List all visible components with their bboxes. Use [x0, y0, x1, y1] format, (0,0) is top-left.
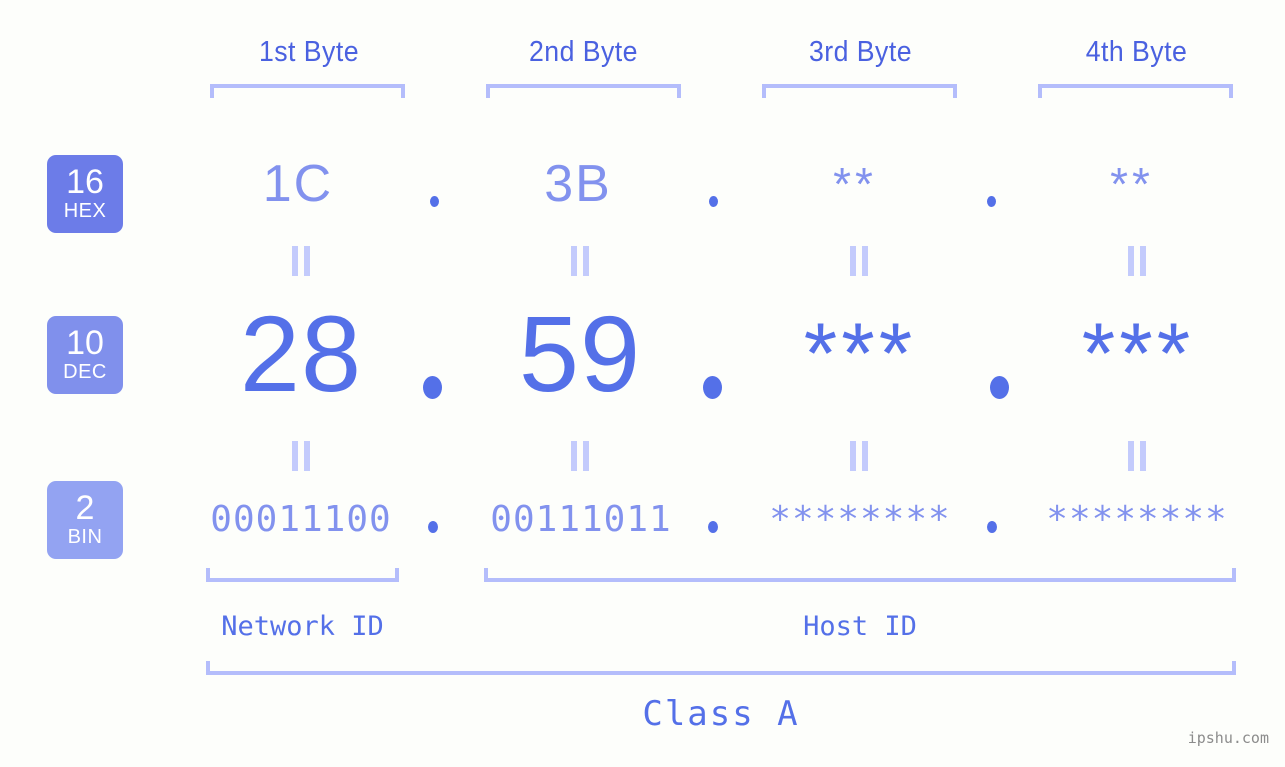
bin-byte-1-value: 00011100 — [210, 499, 392, 540]
base-badge-bin-label: BIN — [67, 526, 103, 548]
base-badge-dec-label: DEC — [63, 361, 107, 383]
base-badge-dec: 10 DEC — [47, 316, 123, 394]
byte-header-2: 2nd Byte — [528, 36, 638, 68]
byte-bracket-2 — [486, 84, 681, 98]
dec-byte-1-value: 28 — [239, 293, 363, 414]
hex-byte-4-value: ** — [1110, 158, 1154, 210]
equals-mark-hex-dec-4 — [1126, 246, 1148, 276]
bin-separator-dot-2 — [708, 521, 718, 533]
dec-byte-3-value: *** — [803, 306, 917, 402]
dec-separator-dot-1 — [423, 376, 442, 399]
byte-bracket-1 — [210, 84, 405, 98]
hex-separator-dot-3 — [987, 196, 996, 207]
equals-mark-dec-bin-3 — [848, 441, 870, 471]
bin-byte-3-value: ******** — [769, 499, 951, 540]
dec-byte-2-value: 59 — [518, 293, 642, 414]
host-id-bracket — [484, 568, 1236, 582]
equals-mark-dec-bin-4 — [1126, 441, 1148, 471]
dec-separator-dot-3 — [990, 376, 1009, 399]
base-badge-hex-number: 16 — [66, 163, 104, 201]
base-badge-hex: 16 HEX — [47, 155, 123, 233]
network-id-label: Network ID — [221, 611, 384, 642]
bin-byte-4-value: ******** — [1046, 499, 1228, 540]
equals-mark-hex-dec-3 — [848, 246, 870, 276]
base-badge-bin: 2 BIN — [47, 481, 123, 559]
byte-header-1: 1st Byte — [258, 36, 360, 68]
dec-separator-dot-2 — [703, 376, 722, 399]
host-id-label: Host ID — [803, 611, 917, 642]
equals-mark-hex-dec-2 — [569, 246, 591, 276]
equals-mark-dec-bin-1 — [290, 441, 312, 471]
hex-byte-3-value: ** — [833, 158, 877, 210]
dec-byte-4-value: *** — [1081, 306, 1195, 402]
equals-mark-hex-dec-1 — [290, 246, 312, 276]
class-bracket — [206, 661, 1236, 675]
bin-separator-dot-1 — [428, 521, 438, 533]
hex-separator-dot-2 — [709, 196, 718, 207]
byte-bracket-4 — [1038, 84, 1233, 98]
base-badge-bin-number: 2 — [75, 489, 95, 527]
hex-byte-1-value: 1C — [262, 155, 334, 213]
bin-separator-dot-3 — [987, 521, 997, 533]
base-badge-hex-label: HEX — [63, 200, 107, 222]
bin-byte-2-value: 00111011 — [490, 499, 672, 540]
byte-bracket-3 — [762, 84, 957, 98]
class-label: Class A — [642, 694, 800, 734]
network-id-bracket — [206, 568, 399, 582]
hex-separator-dot-1 — [430, 196, 439, 207]
byte-header-4: 4th Byte — [1085, 36, 1188, 68]
byte-header-3: 3rd Byte — [808, 36, 913, 68]
equals-mark-dec-bin-2 — [569, 441, 591, 471]
base-badge-dec-number: 10 — [66, 324, 104, 362]
hex-byte-2-value: 3B — [544, 155, 612, 213]
ip-address-breakdown-diagram: 1st Byte 2nd Byte 3rd Byte 4th Byte 16 H… — [0, 0, 1285, 767]
site-watermark: ipshu.com — [1187, 729, 1269, 747]
